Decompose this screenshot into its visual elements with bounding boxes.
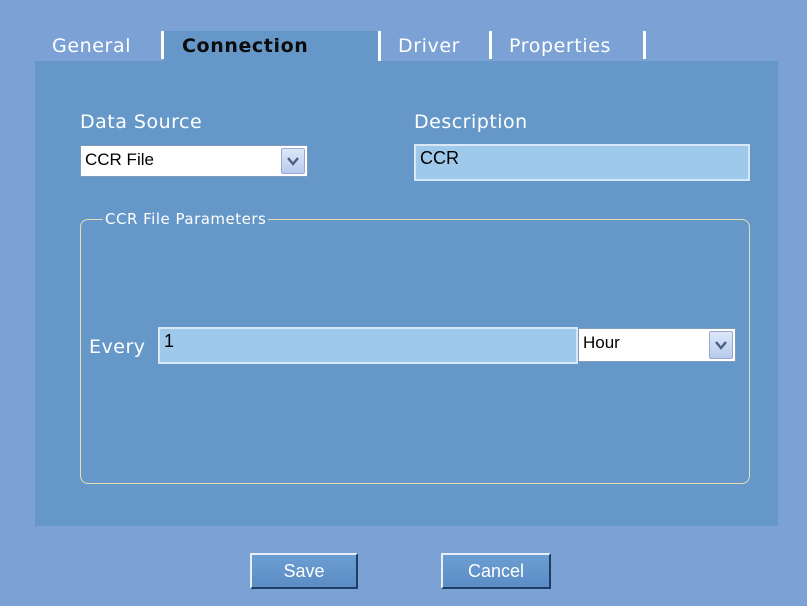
tab-connection[interactable]: Connection [164, 31, 381, 62]
ccr-file-parameters-legend: CCR File Parameters [105, 210, 267, 228]
data-source-value: CCR File [85, 150, 154, 169]
every-input[interactable]: 1 [158, 327, 578, 364]
description-input[interactable]: CCR [414, 144, 750, 181]
chevron-down-icon[interactable] [281, 148, 305, 174]
chevron-down-icon[interactable] [709, 331, 733, 359]
description-label: Description [414, 111, 528, 133]
cancel-button[interactable]: Cancel [441, 553, 551, 589]
data-source-label: Data Source [80, 111, 203, 133]
interval-unit-select[interactable]: Hour [578, 328, 736, 362]
tab-bar: General Connection Driver Properties [35, 31, 646, 62]
tab-driver[interactable]: Driver [381, 31, 492, 59]
tab-general[interactable]: General [35, 31, 164, 59]
data-source-select[interactable]: CCR File [80, 145, 308, 177]
every-label: Every [89, 336, 146, 358]
interval-unit-value: Hour [583, 333, 620, 352]
tab-properties[interactable]: Properties [492, 31, 646, 59]
save-button[interactable]: Save [250, 553, 358, 589]
